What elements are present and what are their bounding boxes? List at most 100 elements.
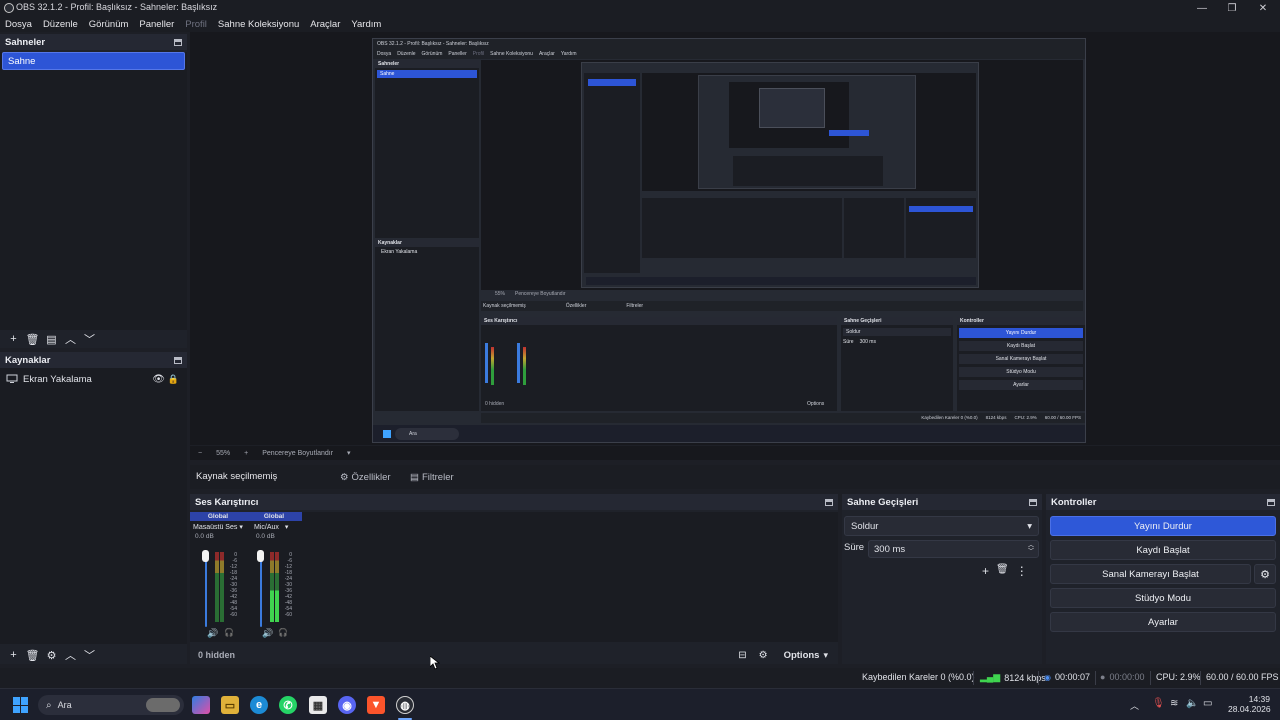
undock-icon[interactable]	[174, 38, 182, 46]
volume-fader[interactable]	[205, 552, 207, 627]
taskbar-search[interactable]: ⌕ Ara	[38, 695, 184, 715]
whatsapp-icon[interactable]: ✆	[279, 696, 297, 714]
nested-transitions: Sahne Geçişleri Soldur Süre 300 ms	[841, 317, 953, 411]
lock-icon[interactable]: 🔒	[168, 374, 179, 385]
undock-icon[interactable]	[1267, 498, 1275, 506]
more-icon[interactable]: ⋮	[1016, 564, 1028, 578]
mouse-cursor-icon	[430, 656, 440, 670]
trash-icon[interactable]: 🗑	[23, 647, 42, 663]
obs-taskbar-icon[interactable]: ◍	[396, 696, 414, 714]
nested-no-source: Kaynak seçilmemiş	[483, 303, 526, 309]
menu-duzenle[interactable]: Düzenle	[43, 19, 78, 30]
edge-icon[interactable]: e	[250, 696, 268, 714]
chevron-up-icon[interactable]: ︿	[61, 331, 80, 347]
settings-button[interactable]: Ayarlar	[1050, 612, 1276, 632]
nested-fader	[517, 343, 520, 383]
studio-mode-button[interactable]: Stüdyo Modu	[1050, 588, 1276, 608]
mixer-settings-icon[interactable]: ⚙	[759, 650, 768, 661]
logo-tile	[21, 697, 28, 705]
zoom-in-icon[interactable]: +	[244, 450, 248, 457]
undock-icon[interactable]	[825, 498, 833, 506]
menu-yardim[interactable]: Yardım	[351, 19, 381, 30]
channel-db: 0.0 dB	[195, 533, 214, 540]
undock-icon[interactable]	[174, 356, 182, 364]
options-label[interactable]: Options	[784, 650, 820, 661]
minimize-icon[interactable]: —	[1186, 0, 1218, 16]
volume-icon[interactable]: 🔈	[1186, 698, 1198, 709]
properties-button[interactable]: ⚙ Özellikler	[340, 469, 391, 485]
nested-scenes: Sahneler Sahne	[375, 60, 479, 238]
fader-handle[interactable]	[202, 550, 209, 562]
fit-mode[interactable]: Pencereye Boyutlandır	[262, 450, 333, 457]
battery-icon[interactable]: ▭	[1203, 698, 1212, 709]
layout-icon[interactable]: ⊟	[738, 650, 746, 661]
headphones-icon[interactable]: 🎧	[278, 628, 288, 637]
speaker-icon[interactable]: 🔊	[262, 628, 273, 639]
hidden-count[interactable]: 0 hidden	[198, 650, 235, 660]
scene-item-sahne[interactable]: Sahne	[2, 52, 185, 70]
trash-icon[interactable]: 🗑	[996, 564, 1009, 578]
add-icon[interactable]: +	[4, 647, 23, 663]
source-item-ekran-yakalama[interactable]: Ekran Yakalama 👁 🔒	[0, 370, 187, 388]
copilot-icon[interactable]	[192, 696, 210, 714]
nested-settings-btn: Ayarlar	[959, 380, 1083, 390]
gear-icon[interactable]: ⚙	[42, 647, 61, 663]
zoom-out-icon[interactable]: −	[198, 450, 202, 457]
nested-inner-bottom	[733, 156, 883, 186]
channel-name-row[interactable]: Masaüstü Ses ▾	[190, 521, 246, 533]
fader-handle[interactable]	[257, 550, 264, 562]
filters-button[interactable]: ▤ Filtreler	[410, 469, 454, 485]
cpu-usage: CPU: 2.9%	[1156, 672, 1201, 682]
mixer-title: Ses Karıştırıcı	[195, 496, 259, 508]
chevron-down-icon[interactable]: ▾	[823, 650, 828, 661]
duration-field[interactable]: 300 ms ︿ ﹀	[868, 540, 1039, 558]
store-icon[interactable]: ▦	[309, 696, 327, 714]
scenes-list: Sahne	[0, 52, 187, 330]
virtual-camera-settings-icon[interactable]: ⚙	[1254, 564, 1276, 584]
maximize-icon[interactable]: ❐	[1216, 0, 1248, 16]
menu-paneller[interactable]: Paneller	[139, 19, 174, 30]
menu-sahne-koleksiyonu[interactable]: Sahne Koleksiyonu	[218, 19, 299, 30]
start-virtual-camera-button[interactable]: Sanal Kamerayı Başlat	[1050, 564, 1251, 584]
speaker-icon[interactable]: 🔊	[207, 628, 218, 639]
transition-select[interactable]: Soldur ▾	[844, 516, 1039, 536]
nested-studio-btn: Stüdyo Modu	[959, 367, 1083, 377]
headphones-icon[interactable]: 🎧	[224, 628, 234, 637]
stepper-icon[interactable]: ︿ ﹀	[1028, 543, 1034, 555]
channel-name-row[interactable]: Mic/Aux ▾	[246, 521, 302, 533]
nested-inner-taskbar	[586, 277, 976, 285]
discord-icon[interactable]: ◉	[338, 696, 356, 714]
close-icon[interactable]: ✕	[1247, 0, 1279, 16]
clock[interactable]: 14:39 28.04.2026	[1228, 694, 1271, 714]
chevron-down-icon[interactable]: ﹀	[80, 647, 99, 663]
microphone-icon[interactable]: 🎙	[1152, 698, 1165, 709]
chevron-down-icon[interactable]: ▾	[347, 449, 351, 457]
add-icon[interactable]: +	[982, 564, 989, 578]
filter-icon[interactable]: ▤	[42, 331, 61, 347]
file-explorer-icon[interactable]: ▭	[221, 696, 239, 714]
scale-mark: -60	[229, 612, 237, 618]
windows-start-icon[interactable]	[13, 697, 29, 713]
wifi-icon[interactable]: ≋	[1170, 698, 1178, 709]
menu-gorunum[interactable]: Görünüm	[89, 19, 129, 30]
brave-icon[interactable]: ▼	[367, 696, 385, 714]
nested-statusbar: Kaybedilen Kareler 0 (%0.0) 8124 kbps CP…	[481, 413, 1085, 423]
chevron-down-icon[interactable]: ﹀	[80, 331, 99, 347]
volume-fader[interactable]	[260, 552, 262, 627]
chevron-up-icon[interactable]: ︿	[1130, 699, 1139, 712]
menu-profil[interactable]: Profil	[185, 19, 207, 30]
transition-value: Soldur	[851, 520, 879, 532]
nested-duration-row: Süre 300 ms	[843, 339, 951, 345]
trash-icon[interactable]: 🗑	[23, 331, 42, 347]
menu-dosya[interactable]: Dosya	[5, 19, 32, 30]
chevron-up-icon[interactable]: ︿	[61, 647, 80, 663]
start-recording-button[interactable]: Kaydı Başlat	[1050, 540, 1276, 560]
stream-time: ◉ 00:00:07	[1044, 672, 1090, 682]
nested-windows-logo	[383, 430, 391, 438]
sources-toolbar: + 🗑 ⚙ ︿ ﹀	[0, 646, 99, 664]
add-icon[interactable]: +	[4, 331, 23, 347]
eye-icon[interactable]: 👁	[152, 374, 165, 385]
menu-araclar[interactable]: Araçlar	[310, 19, 340, 30]
stop-streaming-button[interactable]: Yayını Durdur	[1050, 516, 1276, 536]
undock-icon[interactable]	[1029, 498, 1037, 506]
